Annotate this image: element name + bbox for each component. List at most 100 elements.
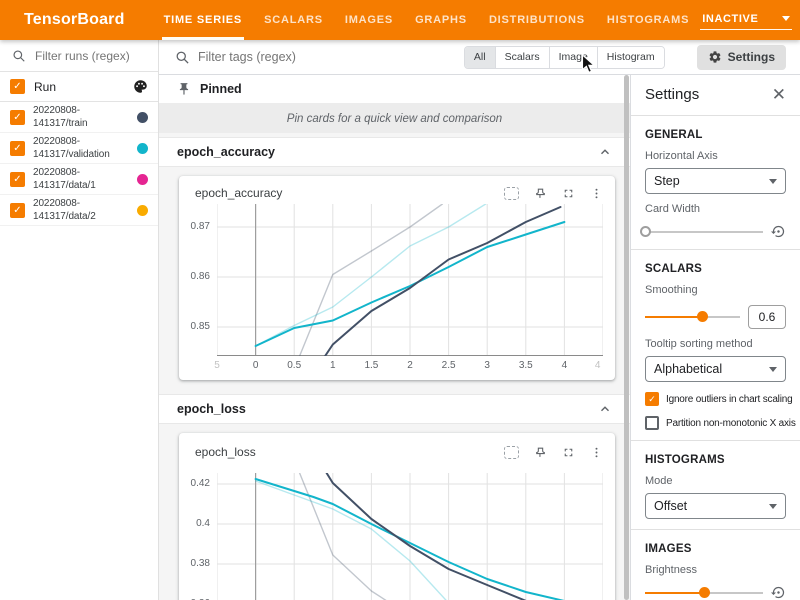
card-width-slider[interactable] bbox=[645, 225, 763, 239]
axis-tick-label: 0.5 bbox=[279, 360, 309, 371]
run-checkbox[interactable]: ✓ bbox=[10, 110, 25, 125]
run-status-select[interactable]: INACTIVE bbox=[700, 11, 792, 30]
card-header: epoch_accuracy bbox=[179, 176, 615, 202]
section-body: epoch_loss 0.360.380.40.42 bbox=[159, 424, 630, 600]
pinned-header: Pinned bbox=[159, 75, 630, 104]
run-color-dot bbox=[137, 143, 148, 154]
fullscreen-icon[interactable] bbox=[562, 187, 575, 200]
close-icon[interactable]: ✕ bbox=[772, 86, 786, 103]
smoothing-slider[interactable] bbox=[645, 310, 740, 324]
select-all-runs-checkbox[interactable]: ✓ bbox=[10, 79, 25, 94]
kebab-menu-icon[interactable] bbox=[590, 187, 603, 200]
run-checkbox[interactable]: ✓ bbox=[10, 141, 25, 156]
tab-images[interactable]: IMAGES bbox=[334, 0, 404, 40]
chevron-down-icon bbox=[769, 504, 777, 509]
histogram-mode-select[interactable]: Offset bbox=[645, 493, 786, 519]
fullscreen-icon[interactable] bbox=[562, 446, 575, 459]
smoothing-label: Smoothing bbox=[645, 284, 786, 296]
card-header: epoch_loss bbox=[179, 433, 615, 463]
tab-scalars[interactable]: SCALARS bbox=[253, 0, 334, 40]
run-row[interactable]: ✓ 20220808-141317/data/1 bbox=[0, 164, 158, 195]
palette-icon[interactable] bbox=[133, 79, 148, 94]
partition-x-axis-label: Partition non-monotonic X axis bbox=[666, 418, 796, 429]
mouse-cursor bbox=[581, 54, 596, 75]
settings-panel: Settings ✕ GENERAL Horizontal Axis Step … bbox=[630, 75, 800, 600]
card-width-row bbox=[645, 224, 786, 239]
pin-icon[interactable] bbox=[534, 446, 547, 459]
ignore-outliers-checkbox[interactable]: ✓ bbox=[645, 392, 659, 406]
runs-sidebar: Filter runs (regex) ✓ Run ✓ 20220808-141… bbox=[0, 40, 159, 600]
run-checkbox[interactable]: ✓ bbox=[10, 172, 25, 187]
line-chart-epoch-loss[interactable]: 0.360.380.40.42 bbox=[179, 463, 615, 600]
filter-chip-histogram[interactable]: Histogram bbox=[597, 47, 664, 68]
axis-tick-label: 1.5 bbox=[356, 360, 386, 371]
chevron-up-icon[interactable] bbox=[598, 145, 612, 159]
tab-distributions[interactable]: DISTRIBUTIONS bbox=[478, 0, 596, 40]
line-chart-epoch-accuracy[interactable]: 0.850.860.8700.511.522.533.5454 bbox=[179, 202, 615, 380]
divider bbox=[631, 440, 800, 441]
runs-column-label: Run bbox=[34, 80, 124, 94]
filter-chip-scalars[interactable]: Scalars bbox=[495, 47, 549, 68]
section-header-epoch-loss[interactable]: epoch_loss bbox=[159, 394, 630, 424]
axis-tick-label: 1 bbox=[318, 360, 348, 371]
tooltip-sorting-value: Alphabetical bbox=[654, 362, 722, 376]
tooltip-sorting-select[interactable]: Alphabetical bbox=[645, 356, 786, 382]
smoothing-value-input[interactable]: 0.6 bbox=[748, 305, 786, 329]
tab-time-series[interactable]: TIME SERIES bbox=[153, 0, 253, 40]
settings-heading-images: IMAGES bbox=[645, 543, 786, 555]
axis-tick-label: 3 bbox=[472, 360, 502, 371]
runs-column-header: ✓ Run bbox=[0, 72, 158, 102]
run-name: 20220808-141317/data/2 bbox=[33, 197, 129, 223]
axis-tick-label: 4 bbox=[583, 360, 613, 371]
run-checkbox[interactable]: ✓ bbox=[10, 203, 25, 218]
settings-panel-title: Settings bbox=[645, 86, 699, 103]
chart-plot-area[interactable] bbox=[217, 473, 603, 600]
settings-panel-header: Settings ✕ bbox=[645, 75, 786, 105]
brightness-label: Brightness bbox=[645, 564, 786, 576]
horizontal-axis-select[interactable]: Step bbox=[645, 168, 786, 194]
tag-type-filter-group: All Scalars Image Histogram bbox=[464, 46, 665, 69]
section-title: epoch_loss bbox=[177, 402, 246, 416]
axis-tick-label: 0.42 bbox=[179, 478, 210, 489]
chevron-down-icon bbox=[769, 179, 777, 184]
search-icon bbox=[12, 49, 26, 63]
run-row[interactable]: ✓ 20220808-141317/train bbox=[0, 102, 158, 133]
run-name: 20220808-141317/train bbox=[33, 104, 129, 130]
partition-x-axis-row[interactable]: Partition non-monotonic X axis ? bbox=[645, 416, 786, 430]
partition-x-axis-checkbox[interactable] bbox=[645, 416, 659, 430]
series-smoothed-train bbox=[327, 473, 534, 600]
brightness-row bbox=[645, 585, 786, 600]
reset-icon[interactable] bbox=[771, 585, 786, 600]
ignore-outliers-row[interactable]: ✓ Ignore outliers in chart scaling bbox=[645, 392, 786, 406]
reset-icon[interactable] bbox=[771, 224, 786, 239]
data-table-toggle-icon[interactable] bbox=[504, 187, 519, 200]
vertical-scrollbar[interactable] bbox=[624, 75, 629, 600]
section-title: epoch_accuracy bbox=[177, 145, 275, 159]
tab-histograms[interactable]: HISTOGRAMS bbox=[596, 0, 700, 40]
tags-filter-input[interactable]: Filter tags (regex) bbox=[198, 50, 296, 64]
settings-button[interactable]: Settings bbox=[697, 45, 786, 70]
chevron-up-icon[interactable] bbox=[598, 402, 612, 416]
axis-tick-label: 0.86 bbox=[179, 271, 210, 282]
chart-plot-area[interactable] bbox=[217, 204, 603, 356]
section-header-epoch-accuracy[interactable]: epoch_accuracy bbox=[159, 137, 630, 167]
run-name: 20220808-141317/validation bbox=[33, 135, 129, 161]
settings-heading-general: GENERAL bbox=[645, 129, 786, 141]
axis-tick-label: 0.87 bbox=[179, 221, 210, 232]
axis-tick-label: 0 bbox=[241, 360, 271, 371]
tag-toolbar: Filter tags (regex) All Scalars Image Hi… bbox=[159, 40, 800, 75]
runs-filter-input[interactable]: Filter runs (regex) bbox=[35, 49, 130, 63]
search-icon bbox=[175, 50, 190, 65]
data-table-toggle-icon[interactable] bbox=[504, 446, 519, 459]
lower-row: Pinned Pin cards for a quick view and co… bbox=[159, 75, 800, 600]
brightness-slider[interactable] bbox=[645, 586, 763, 600]
run-row[interactable]: ✓ 20220808-141317/data/2 bbox=[0, 195, 158, 226]
kebab-menu-icon[interactable] bbox=[590, 446, 603, 459]
right-column: Filter tags (regex) All Scalars Image Hi… bbox=[159, 40, 800, 600]
filter-chip-all[interactable]: All bbox=[465, 47, 495, 68]
divider bbox=[631, 249, 800, 250]
run-name: 20220808-141317/data/1 bbox=[33, 166, 129, 192]
run-row[interactable]: ✓ 20220808-141317/validation bbox=[0, 133, 158, 164]
pin-icon[interactable] bbox=[534, 187, 547, 200]
tab-graphs[interactable]: GRAPHS bbox=[404, 0, 478, 40]
